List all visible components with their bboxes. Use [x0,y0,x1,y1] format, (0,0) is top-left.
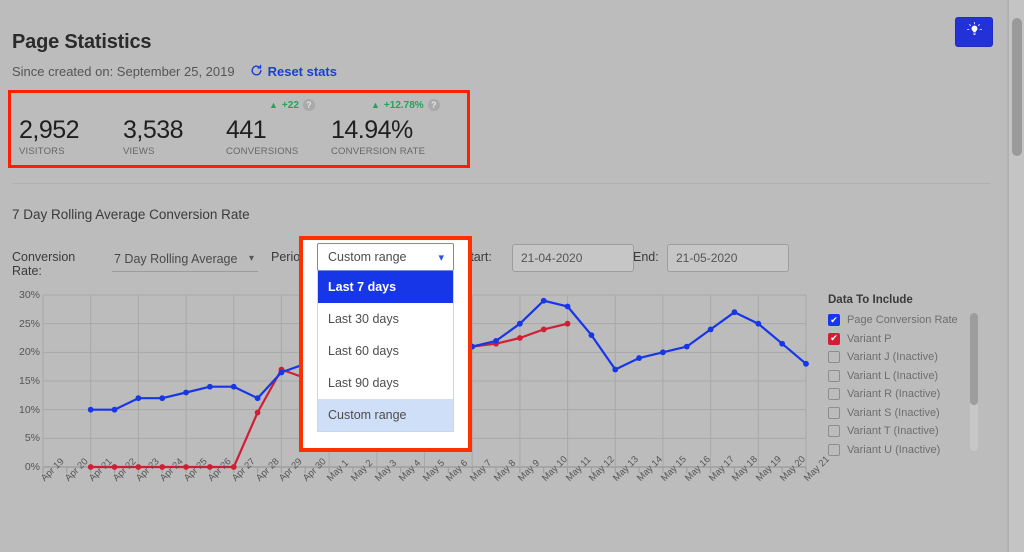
period-dropdown[interactable]: Custom range ▾ Last 7 days Last 30 days La… [317,243,454,432]
stat-conversion-rate-delta-value: +12.78% [383,99,424,111]
chevron-down-icon: ▾ [248,253,254,264]
arrow-up-icon: ▲ [371,99,380,110]
period-option-last-7-days[interactable]: Last 7 days [318,271,453,303]
end-label: End: [633,250,659,264]
legend-item[interactable]: Variant T (Inactive) [828,422,978,441]
stat-views: 3,538 VIEWS [123,116,184,158]
y-axis-tick-label: 20% [18,346,40,359]
stat-conversions-value: 441 [226,116,267,144]
stat-views-value: 3,538 [123,116,184,144]
legend-checkbox[interactable] [828,425,840,438]
since-created-row: Since created on: September 25, 2019 Res… [12,64,337,79]
start-date-input[interactable]: 21-04-2020 [512,244,634,272]
help-icon-conversion-rate[interactable]: ? [427,99,440,111]
chevron-down-icon: ▾ [438,251,444,264]
page-root: Page Statistics Since created on: Septem… [0,0,1024,552]
hints-button[interactable] [955,17,993,47]
legend-title: Data To Include [828,294,913,306]
period-dropdown-value: Custom range [328,250,407,264]
end-date-input[interactable]: 21-05-2020 [667,244,789,272]
refresh-icon[interactable] [250,64,263,79]
legend-item-label: Variant T (Inactive) [847,425,939,438]
legend-item-label: Variant R (Inactive) [847,388,941,401]
stat-views-label: VIEWS [123,146,155,157]
conversion-rate-select-value: 7 Day Rolling Average [114,251,238,266]
stat-visitors-value: 2,952 [19,116,80,144]
legend-item-label: Variant S (Inactive) [847,406,940,419]
legend-checkbox[interactable] [828,351,840,364]
legend-item[interactable]: Variant J (Inactive) [828,348,978,367]
legend-checkbox[interactable] [828,388,840,401]
stat-conversion-rate: 14.94% CONVERSION RATE [331,116,426,158]
page-title: Page Statistics [12,31,152,53]
stat-conversions-label: CONVERSIONS [226,146,299,157]
y-axis-tick-label: 25% [18,317,40,330]
legend-checkbox[interactable] [828,369,840,382]
legend-item-label: Variant P [847,332,892,345]
arrow-up-icon: ▲ [269,99,278,110]
period-option-last-90-days[interactable]: Last 90 days [318,367,453,399]
since-created-label: Since created on: September 25, 2019 [12,64,235,79]
legend-item-label: Variant J (Inactive) [847,351,938,364]
legend-item[interactable]: ✔ Page Conversion Rate [828,311,978,330]
legend-checkbox[interactable]: ✔ [828,314,840,327]
y-axis-tick-label: 0% [24,461,40,473]
stat-conversion-rate-value: 14.94% [331,116,413,144]
chart-heading: 7 Day Rolling Average Conversion Rate [12,207,250,222]
legend-item-label: Variant L (Inactive) [847,369,939,382]
y-axis-tick-label: 10% [18,403,40,416]
y-axis-tick-label: 5% [24,432,40,445]
end-date-value: 21-05-2020 [676,251,738,265]
period-option-custom-range[interactable]: Custom range [318,399,453,431]
check-icon: ✔ [830,333,838,344]
conversion-rate-select[interactable]: 7 Day Rolling Average ▾ [112,246,258,272]
period-option-last-30-days[interactable]: Last 30 days [318,303,453,335]
start-date-value: 21-04-2020 [521,251,583,265]
stats-annotation-box: 2,952 VISITORS 3,538 VIEWS 441 CONVERSIO… [8,90,470,168]
page-scrollbar[interactable] [1008,0,1024,552]
legend-item-label: Variant U (Inactive) [847,443,941,456]
conversion-rate-label: Conversion Rate: [12,250,76,278]
legend-rows: ✔ Page Conversion Rate ✔ Variant P Variant J… [828,311,978,456]
legend-item[interactable]: Variant S (Inactive) [828,404,978,423]
stat-conversions-delta: ▲ +22 ? [269,99,315,111]
stat-conversions-delta-value: +22 [281,99,299,111]
legend-checkbox[interactable] [828,443,840,456]
reset-stats-link[interactable]: Reset stats [268,64,337,79]
legend-item[interactable]: Variant U (Inactive) [828,441,978,457]
period-dropdown-button[interactable]: Custom range ▾ [317,243,454,271]
legend-scrollbar-thumb[interactable] [970,313,978,405]
check-icon: ✔ [830,314,838,325]
page-scrollbar-thumb[interactable] [1012,18,1022,156]
help-icon-conversions[interactable]: ? [302,99,315,111]
legend-item[interactable]: Variant L (Inactive) [828,367,978,386]
legend-item[interactable]: ✔ Variant P [828,330,978,349]
stat-visitors: 2,952 VISITORS [19,116,80,158]
stat-visitors-label: VISITORS [19,146,65,157]
stat-conversion-rate-delta: ▲ +12.78% ? [371,99,440,111]
legend-item[interactable]: Variant R (Inactive) [828,385,978,404]
stat-conversions: 441 CONVERSIONS [226,116,299,158]
legend-checkbox[interactable]: ✔ [828,332,840,345]
period-dropdown-list: Last 7 days Last 30 days Last 60 days Last … [317,271,454,432]
y-axis-tick-label: 30% [18,289,40,301]
section-divider [12,183,990,184]
legend-checkbox[interactable] [828,406,840,419]
lightbulb-icon [966,21,983,43]
y-axis-tick-label: 15% [18,375,40,387]
period-option-last-60-days[interactable]: Last 60 days [318,335,453,367]
legend-item-label: Page Conversion Rate [847,314,958,327]
data-to-include-legend: Data To Include ✔ Page Conversion Rate ✔ Va… [828,294,978,456]
stat-conversion-rate-label: CONVERSION RATE [331,146,426,157]
